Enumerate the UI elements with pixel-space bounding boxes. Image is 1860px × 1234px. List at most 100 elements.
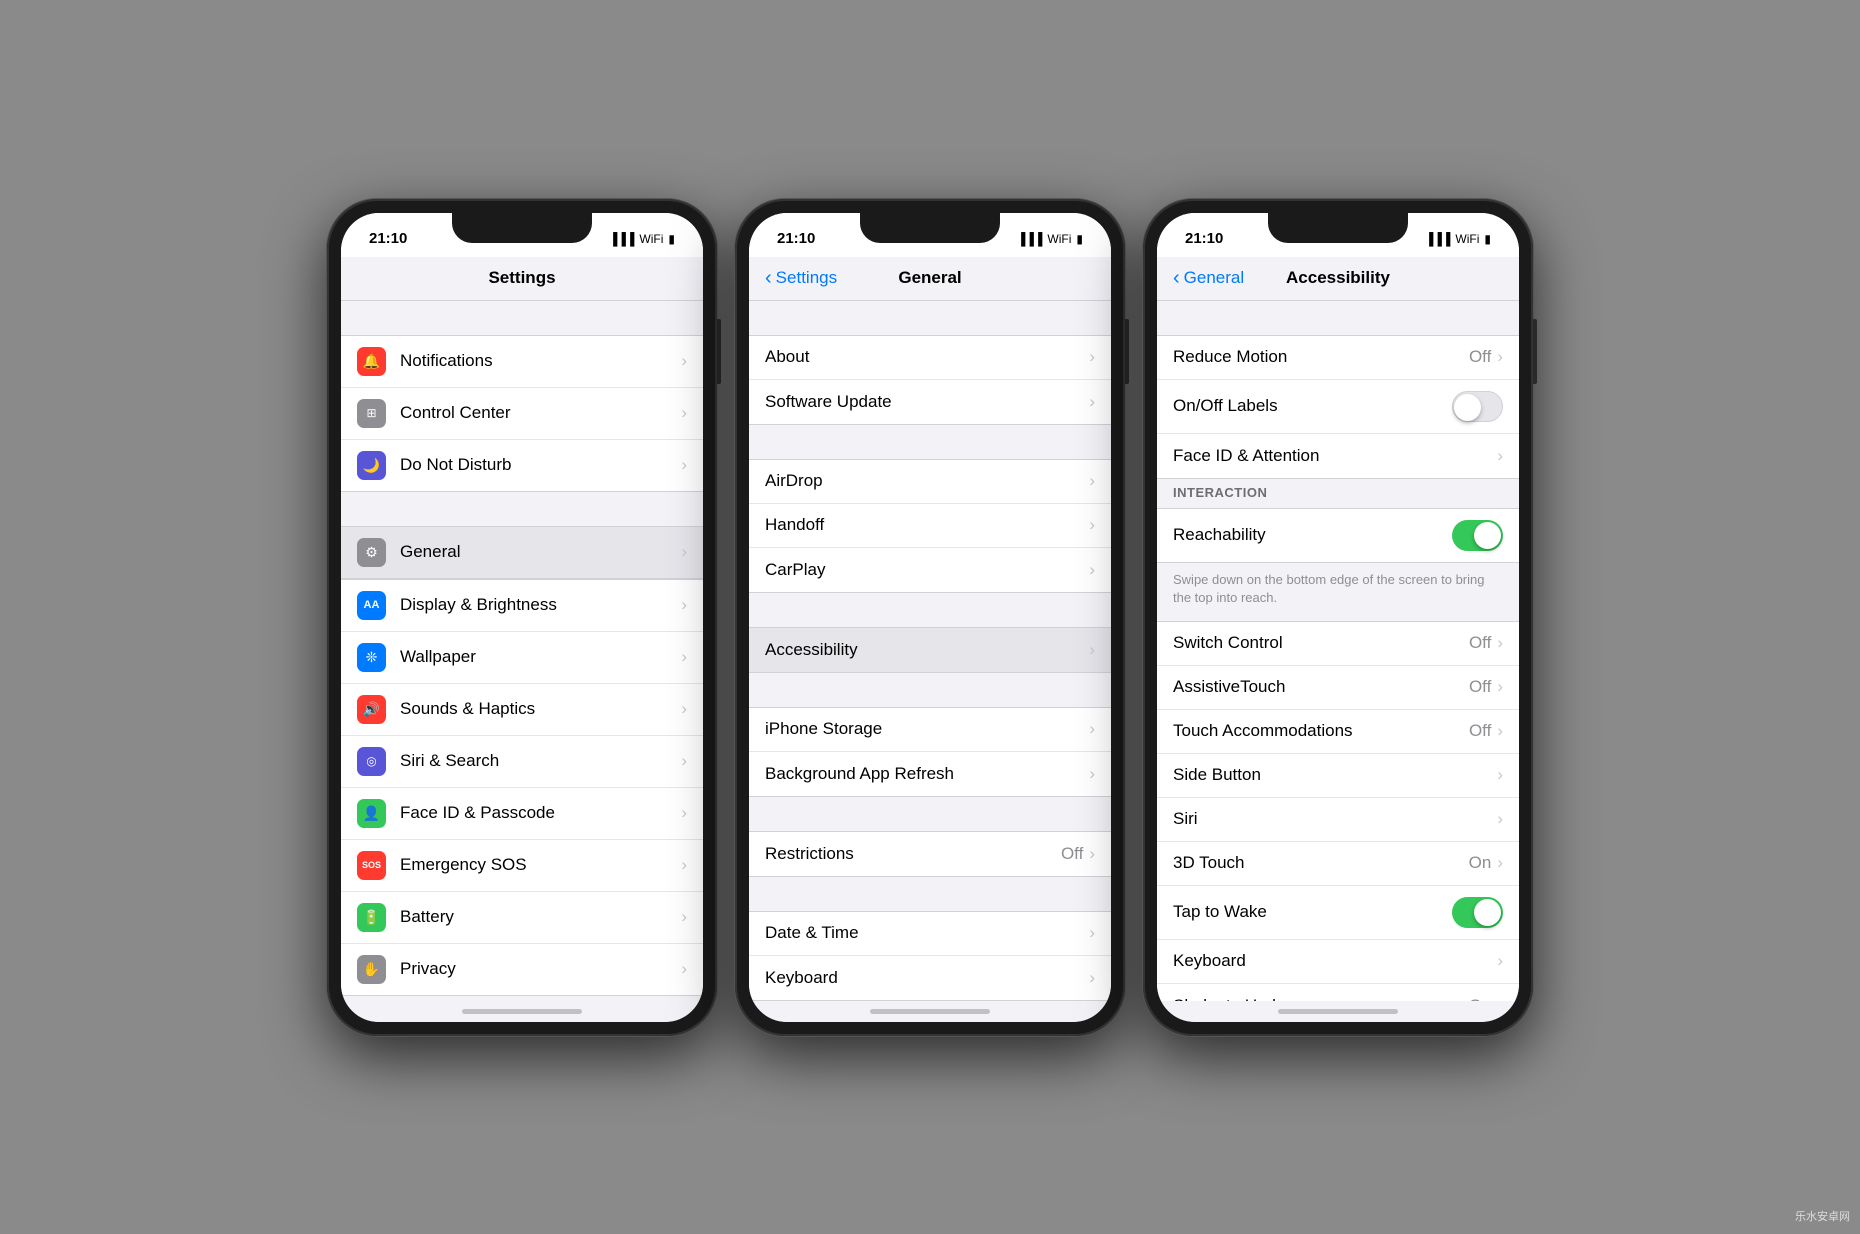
do-not-disturb-chevron: › bbox=[681, 455, 687, 475]
reachability-footer: Swipe down on the bottom edge of the scr… bbox=[1157, 563, 1519, 621]
row-wallpaper[interactable]: ❊ Wallpaper › bbox=[341, 632, 703, 684]
row-privacy[interactable]: ✋ Privacy › bbox=[341, 944, 703, 995]
battery-icon-3: ▮ bbox=[1484, 232, 1491, 246]
row-face-id-passcode[interactable]: 👤 Face ID & Passcode › bbox=[341, 788, 703, 840]
row-restrictions[interactable]: Restrictions Off › bbox=[749, 832, 1111, 876]
nav-bar-3: ‹ General Accessibility bbox=[1157, 257, 1519, 301]
software-update-label: Software Update bbox=[765, 392, 1089, 412]
row-face-id-attention[interactable]: Face ID & Attention › bbox=[1157, 434, 1519, 478]
switch-control-value: Off bbox=[1469, 633, 1491, 653]
software-update-chevron: › bbox=[1089, 392, 1095, 412]
row-keyboard-3[interactable]: Keyboard › bbox=[1157, 940, 1519, 984]
section-accessibility: Accessibility › bbox=[749, 627, 1111, 673]
phone-2: 21:10 ▐▐▐ WiFi ▮ ‹ Settings General Abou… bbox=[735, 199, 1125, 1036]
back-button-3[interactable]: ‹ General bbox=[1173, 268, 1244, 288]
nav-title-3: Accessibility bbox=[1286, 268, 1390, 288]
keyboard-3-label: Keyboard bbox=[1173, 951, 1497, 971]
row-iphone-storage[interactable]: iPhone Storage › bbox=[749, 708, 1111, 752]
background-refresh-label: Background App Refresh bbox=[765, 764, 1089, 784]
row-about[interactable]: About › bbox=[749, 336, 1111, 380]
side-button-label: Side Button bbox=[1173, 765, 1497, 785]
row-sounds[interactable]: 🔊 Sounds & Haptics › bbox=[341, 684, 703, 736]
home-bar-2 bbox=[749, 1001, 1111, 1022]
row-siri[interactable]: ◎ Siri & Search › bbox=[341, 736, 703, 788]
row-3d-touch[interactable]: 3D Touch On › bbox=[1157, 842, 1519, 886]
reachability-toggle[interactable] bbox=[1452, 520, 1503, 551]
general-label: General bbox=[400, 542, 681, 562]
tap-to-wake-knob bbox=[1474, 899, 1501, 926]
row-keyboard-2[interactable]: Keyboard › bbox=[749, 956, 1111, 1000]
row-shake-to-undo[interactable]: Shake to Undo On › bbox=[1157, 984, 1519, 1001]
siri-chevron: › bbox=[681, 751, 687, 771]
display-icon: AA bbox=[357, 591, 386, 620]
tap-to-wake-toggle[interactable] bbox=[1452, 897, 1503, 928]
row-assistivetouch[interactable]: AssistiveTouch Off › bbox=[1157, 666, 1519, 710]
row-reachability[interactable]: Reachability bbox=[1157, 509, 1519, 562]
reduce-motion-value: Off bbox=[1469, 347, 1491, 367]
nav-bar-1: Settings bbox=[341, 257, 703, 301]
row-background-refresh[interactable]: Background App Refresh › bbox=[749, 752, 1111, 796]
sounds-icon: 🔊 bbox=[357, 695, 386, 724]
keyboard-3-chevron: › bbox=[1497, 951, 1503, 971]
privacy-label: Privacy bbox=[400, 959, 681, 979]
row-switch-control[interactable]: Switch Control Off › bbox=[1157, 622, 1519, 666]
row-software-update[interactable]: Software Update › bbox=[749, 380, 1111, 424]
screen-3[interactable]: Reduce Motion Off › On/Off Labels Face I… bbox=[1157, 301, 1519, 1001]
interaction-header: INTERACTION bbox=[1157, 479, 1519, 508]
airdrop-label: AirDrop bbox=[765, 471, 1089, 491]
tap-to-wake-label: Tap to Wake bbox=[1173, 902, 1452, 922]
section-restrictions: Restrictions Off › bbox=[749, 831, 1111, 877]
battery-label: Battery bbox=[400, 907, 681, 927]
screen-2[interactable]: About › Software Update › AirDrop › Hand… bbox=[749, 301, 1111, 1001]
row-onoff-labels[interactable]: On/Off Labels bbox=[1157, 380, 1519, 434]
reduce-motion-chevron: › bbox=[1497, 347, 1503, 367]
screen-1[interactable]: 🔔 Notifications › ⊞ Control Center › 🌙 bbox=[341, 301, 703, 1001]
general-chevron: › bbox=[681, 542, 687, 562]
3d-touch-value: On bbox=[1469, 853, 1492, 873]
back-label-3: General bbox=[1184, 268, 1244, 288]
row-touch-accommodations[interactable]: Touch Accommodations Off › bbox=[1157, 710, 1519, 754]
onoff-labels-toggle[interactable] bbox=[1452, 391, 1503, 422]
phone-1: 21:10 ▐▐▐ WiFi ▮ Settings 🔔 Notification… bbox=[327, 199, 717, 1036]
nav-title-1: Settings bbox=[488, 268, 555, 288]
wifi-icon-2: WiFi bbox=[1047, 232, 1071, 246]
row-do-not-disturb[interactable]: 🌙 Do Not Disturb › bbox=[341, 440, 703, 491]
status-bar-2: 21:10 ▐▐▐ WiFi ▮ bbox=[749, 213, 1111, 257]
siri-3-chevron: › bbox=[1497, 809, 1503, 829]
section-reduce-motion: Reduce Motion Off › On/Off Labels Face I… bbox=[1157, 335, 1519, 479]
home-bar-1 bbox=[341, 1001, 703, 1022]
status-icons-2: ▐▐▐ WiFi ▮ bbox=[1017, 232, 1083, 246]
siri-3-label: Siri bbox=[1173, 809, 1497, 829]
side-button-chevron: › bbox=[1497, 765, 1503, 785]
row-control-center[interactable]: ⊞ Control Center › bbox=[341, 388, 703, 440]
3d-touch-label: 3D Touch bbox=[1173, 853, 1469, 873]
emergency-sos-chevron: › bbox=[681, 855, 687, 875]
date-time-chevron: › bbox=[1089, 923, 1095, 943]
row-siri-3[interactable]: Siri › bbox=[1157, 798, 1519, 842]
notch-1 bbox=[452, 213, 592, 243]
control-center-icon: ⊞ bbox=[357, 399, 386, 428]
row-handoff[interactable]: Handoff › bbox=[749, 504, 1111, 548]
notifications-label: Notifications bbox=[400, 351, 681, 371]
signal-icon-3: ▐▐▐ bbox=[1425, 232, 1451, 246]
back-button-2[interactable]: ‹ Settings bbox=[765, 268, 837, 288]
row-notifications[interactable]: 🔔 Notifications › bbox=[341, 336, 703, 388]
keyboard-2-label: Keyboard bbox=[765, 968, 1089, 988]
row-battery[interactable]: 🔋 Battery › bbox=[341, 892, 703, 944]
row-carplay[interactable]: CarPlay › bbox=[749, 548, 1111, 592]
row-emergency-sos[interactable]: SOS Emergency SOS › bbox=[341, 840, 703, 892]
row-general[interactable]: ⚙ General › bbox=[341, 527, 703, 578]
shake-to-undo-value: On bbox=[1469, 996, 1492, 1001]
display-brightness-label: Display & Brightness bbox=[400, 595, 681, 615]
row-airdrop[interactable]: AirDrop › bbox=[749, 460, 1111, 504]
row-display-brightness[interactable]: AA Display & Brightness › bbox=[341, 580, 703, 632]
row-date-time[interactable]: Date & Time › bbox=[749, 912, 1111, 956]
switch-control-chevron: › bbox=[1497, 633, 1503, 653]
row-reduce-motion[interactable]: Reduce Motion Off › bbox=[1157, 336, 1519, 380]
row-side-button[interactable]: Side Button › bbox=[1157, 754, 1519, 798]
do-not-disturb-label: Do Not Disturb bbox=[400, 455, 681, 475]
status-icons-1: ▐▐▐ WiFi ▮ bbox=[609, 232, 675, 246]
row-tap-to-wake[interactable]: Tap to Wake bbox=[1157, 886, 1519, 940]
row-accessibility[interactable]: Accessibility › bbox=[749, 628, 1111, 672]
face-id-passcode-label: Face ID & Passcode bbox=[400, 803, 681, 823]
